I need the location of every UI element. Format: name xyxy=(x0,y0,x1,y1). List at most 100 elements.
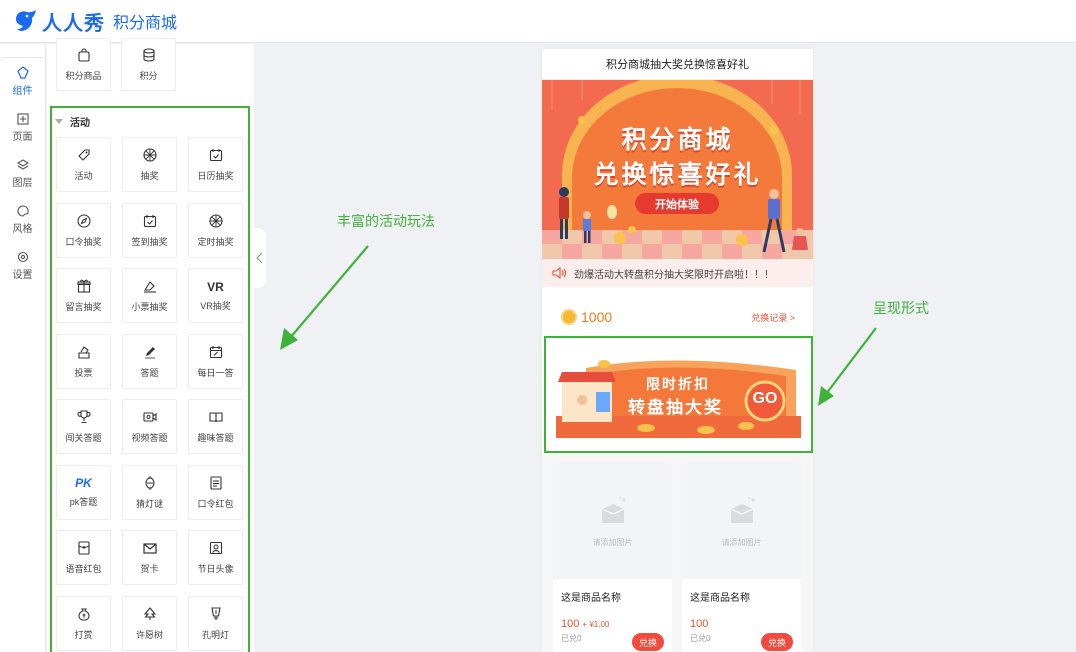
calendar-edit-icon xyxy=(209,345,222,358)
component-voice-packet[interactable]: 语音红包 xyxy=(56,530,111,585)
redeem-record-link[interactable]: 兑换记录 > xyxy=(751,311,795,324)
product-card[interactable]: 请添加图片 这是商品名称 100 + ¥1.00 已兑0 兑换 xyxy=(553,463,672,652)
rail-item-style[interactable]: 风格 xyxy=(0,196,45,242)
wheel-icon xyxy=(142,148,157,162)
go-button[interactable]: GO xyxy=(746,390,784,412)
rail-label: 页面 xyxy=(12,131,33,143)
component-label: 打赏 xyxy=(74,629,93,640)
tag-icon xyxy=(77,149,90,161)
hero-banner[interactable]: 积分商城 兑换惊喜好礼 开始体验 xyxy=(542,80,813,259)
component-book[interactable]: 趣味答题 xyxy=(188,399,243,454)
red-packet-icon xyxy=(209,475,222,490)
component-calendar-check[interactable]: 签到抽奖 xyxy=(122,202,177,258)
image-placeholder-text: 请添加图片 xyxy=(721,537,762,547)
component-label: 投票 xyxy=(74,367,93,378)
component-calendar-check[interactable]: 日历抽奖 xyxy=(188,137,243,192)
redeemed-count: 已兑0 xyxy=(561,634,582,643)
product-name: 这是商品名称 xyxy=(690,593,750,604)
product-price: 100 xyxy=(682,604,801,630)
component-label: 抽奖 xyxy=(140,171,159,181)
component-portrait[interactable]: 节日头像 xyxy=(188,530,243,585)
sky-lantern-icon xyxy=(210,606,221,620)
component-label: 语音红包 xyxy=(65,564,102,574)
rail-label: 风格 xyxy=(12,223,33,235)
component-lantern[interactable]: 猜灯谜 xyxy=(122,464,177,520)
rail-item-settings[interactable]: 设置 xyxy=(0,242,45,288)
portrait-icon xyxy=(209,541,222,555)
calendar-check-icon xyxy=(143,214,156,227)
notice-text: 劲爆活动大转盘积分抽大奖限时开启啦！！！ xyxy=(574,269,774,281)
component-calendar-edit[interactable]: 每日一答 xyxy=(188,333,243,389)
component-compass[interactable]: 口令抽奖 xyxy=(56,202,111,258)
image-placeholder-icon xyxy=(601,496,625,523)
product-name: 这是商品名称 xyxy=(561,593,621,604)
calendar-check-icon xyxy=(209,149,222,162)
component-label: pk答题 xyxy=(69,497,98,507)
component-wheel[interactable]: 抽奖 xyxy=(122,137,177,192)
envelope-icon xyxy=(142,543,157,554)
component-video[interactable]: 视频答题 xyxy=(122,399,177,454)
component-tag[interactable]: 活动 xyxy=(56,137,111,192)
component-pencil[interactable]: 答题 xyxy=(122,333,177,389)
component-gift-box[interactable]: 留言抽奖 xyxy=(56,268,111,323)
price-points: 100 xyxy=(561,618,580,630)
component-trophy[interactable]: 闯关答题 xyxy=(56,399,111,454)
shopping-bag-icon xyxy=(77,48,90,62)
trophy-icon xyxy=(76,410,91,424)
component-red-packet[interactable]: 口令红包 xyxy=(188,464,243,520)
product-card[interactable]: 请添加图片 这是商品名称 100 已兑0 兑换 xyxy=(682,463,801,652)
redeemed-count: 已兑0 xyxy=(690,634,711,643)
rail-item-layers[interactable]: 图层 xyxy=(0,150,45,196)
product-image-placeholder: 请添加图片 xyxy=(553,463,672,579)
component-label: 签到抽奖 xyxy=(131,236,168,247)
component-label: VR抽奖 xyxy=(200,300,231,311)
component-label: 闯关答题 xyxy=(65,433,102,443)
component-label: 口令抽奖 xyxy=(65,236,102,247)
component-sky-lantern[interactable]: 孔明灯 xyxy=(188,595,243,651)
component-label: 视频答题 xyxy=(131,433,168,443)
component-points[interactable]: 积分 xyxy=(121,38,176,91)
lantern-icon xyxy=(144,475,155,490)
bird-logo-icon xyxy=(16,10,36,31)
section-title: 活动 xyxy=(70,118,90,129)
component-tree[interactable]: 许愿树 xyxy=(122,595,177,651)
component-receipt[interactable]: 小票抽奖 xyxy=(122,268,177,323)
component-label: 许愿树 xyxy=(135,629,163,640)
image-placeholder-text: 请添加图片 xyxy=(592,537,633,547)
banner-headline-2: 兑换惊喜好礼 xyxy=(593,161,762,189)
section-header-activity[interactable]: 活动 xyxy=(55,114,90,129)
compass-icon xyxy=(76,213,91,228)
video-icon xyxy=(142,412,157,422)
rail-item-pages[interactable]: 页面 xyxy=(0,104,45,150)
component-label: 小票抽奖 xyxy=(131,302,168,312)
component-envelope[interactable]: 贺卡 xyxy=(122,530,177,585)
price-points: 100 xyxy=(690,618,709,630)
component-vote[interactable]: 投票 xyxy=(56,333,111,389)
promo-banner[interactable]: 限时折扣 转盘抽大奖 GO xyxy=(544,336,813,453)
points-row: 1000 兑换记录 > xyxy=(542,299,813,335)
image-placeholder-icon xyxy=(730,496,754,523)
chevron-left-icon xyxy=(256,252,263,264)
page-icon xyxy=(16,112,29,125)
voice-packet-icon xyxy=(77,541,90,555)
component-wheel[interactable]: 定时抽奖 xyxy=(188,202,243,258)
collapse-panel-handle[interactable] xyxy=(254,228,266,288)
product-price: 100 + ¥1.00 xyxy=(553,604,672,630)
component-label: 定时抽奖 xyxy=(197,236,234,247)
coins-icon xyxy=(142,48,155,62)
component-vr[interactable]: VR VR抽奖 xyxy=(188,268,243,323)
notice-bar: 劲爆活动大转盘积分抽大奖限时开启啦！！！ xyxy=(542,259,813,287)
component-panel: 积分商品 积分 活动 活动抽奖 日历抽奖口令抽奖 签到抽奖 定时抽奖留言抽奖小票抽奖 V… xyxy=(47,38,254,652)
component-money-bag[interactable]: 打赏 xyxy=(56,595,111,651)
settings-icon xyxy=(17,251,28,262)
product-image-placeholder: 请添加图片 xyxy=(682,463,801,579)
component-label: 积分 xyxy=(139,71,158,81)
start-experience-button[interactable]: 开始体验 xyxy=(635,193,719,214)
redeem-button[interactable]: 兑换 xyxy=(760,633,793,651)
component-pk[interactable]: PK pk答题 xyxy=(56,464,111,520)
component-points-goods[interactable]: 积分商品 xyxy=(56,38,111,91)
brand-name: 人人秀 xyxy=(42,12,105,35)
redeem-button[interactable]: 兑换 xyxy=(631,633,664,651)
top-bar: 人人秀 积分商城 xyxy=(0,0,1076,43)
rail-item-components[interactable]: 组件 xyxy=(0,58,45,104)
